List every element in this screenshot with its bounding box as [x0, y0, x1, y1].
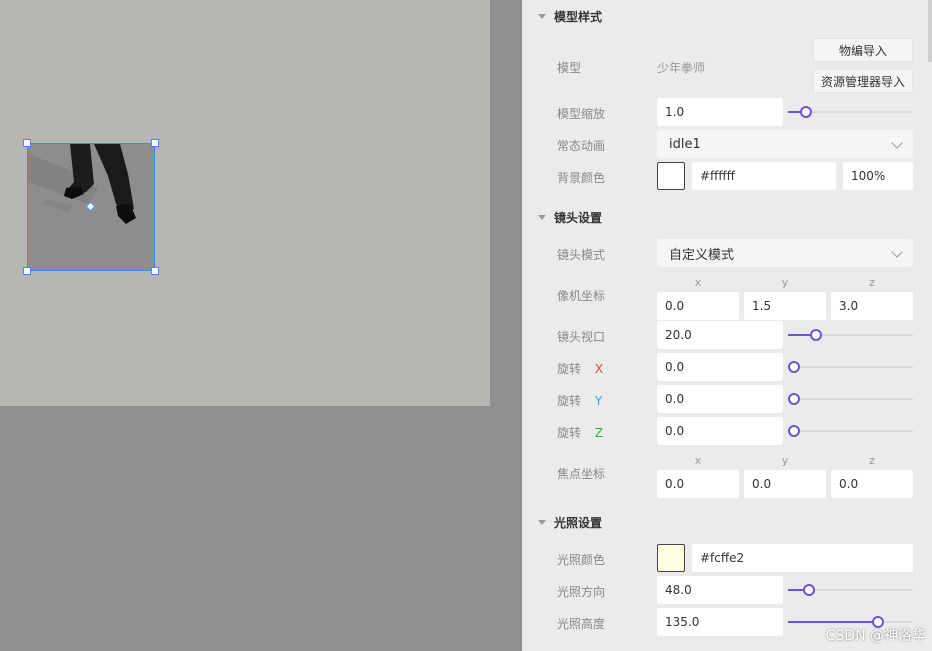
rotate-z-input[interactable]: 0.0 — [657, 417, 783, 445]
chevron-down-icon — [891, 137, 903, 149]
collapse-triangle-icon — [538, 520, 546, 525]
slider-knob[interactable] — [809, 329, 822, 341]
collapse-triangle-icon — [538, 215, 546, 220]
rotate-y-slider[interactable] — [788, 392, 913, 406]
animation-select[interactable]: idle1 — [657, 130, 913, 158]
properties-panel: 模型样式 模型 少年拳师 物编导入 资源管理器导入 模型缩放 1.0 常态动画 … — [522, 0, 932, 651]
axis-label-y: y — [781, 276, 789, 289]
camera-mode-label: 镜头模式 — [557, 248, 606, 262]
slider-knob[interactable] — [788, 361, 800, 373]
light-height-label: 光照高度 — [557, 617, 606, 631]
rotate-text: 旋转 — [557, 426, 582, 440]
axis-label-x: x — [694, 276, 702, 289]
section-title: 镜头设置 — [554, 211, 603, 225]
canvas-area[interactable] — [0, 0, 522, 651]
focus-axis-label-z: z — [869, 454, 875, 467]
model-label: 模型 — [557, 61, 582, 75]
light-direction-slider[interactable] — [788, 583, 913, 597]
light-color-input[interactable]: #fcffe2 — [692, 544, 913, 572]
animation-value: idle1 — [669, 136, 701, 152]
scale-input[interactable]: 1.0 — [657, 98, 783, 126]
section-lighting[interactable]: 光照设置 — [538, 514, 602, 531]
rotate-axis-x: X — [594, 362, 604, 376]
resize-handle-bottom-left[interactable] — [23, 267, 31, 275]
resize-handle-top-right[interactable] — [151, 139, 159, 147]
bg-opacity-input[interactable]: 100% — [843, 162, 913, 190]
watermark-text: CSDN @神洛华 — [825, 628, 926, 644]
camera-position-y-input[interactable]: 1.5 — [744, 292, 826, 320]
light-color-swatch[interactable] — [657, 544, 685, 572]
axis-label-z: z — [869, 276, 875, 289]
focus-x-input[interactable]: 0.0 — [657, 470, 739, 498]
rotate-z-label: 旋转 Z — [557, 424, 603, 441]
import-object-button[interactable]: 物编导入 — [813, 38, 913, 62]
camera-position-x-input[interactable]: 0.0 — [657, 292, 739, 320]
resize-handle-top-left[interactable] — [23, 139, 31, 147]
import-resource-button[interactable]: 资源管理器导入 — [813, 69, 913, 93]
panel-scrollbar[interactable] — [928, 0, 932, 62]
rotate-z-slider[interactable] — [788, 424, 913, 438]
focus-axis-label-x: x — [694, 454, 702, 467]
slider-track — [788, 366, 913, 368]
rotate-x-input[interactable]: 0.0 — [657, 353, 783, 381]
collapse-triangle-icon — [538, 14, 546, 19]
slider-track — [788, 430, 913, 432]
chevron-down-icon — [891, 246, 903, 258]
camera-mode-select[interactable]: 自定义模式 — [657, 239, 913, 267]
slider-fill — [788, 621, 878, 623]
rotate-text: 旋转 — [557, 362, 582, 376]
section-model-style[interactable]: 模型样式 — [538, 8, 602, 25]
rotate-x-slider[interactable] — [788, 360, 913, 374]
bg-color-input[interactable]: #ffffff — [692, 162, 836, 190]
scale-slider[interactable] — [788, 105, 913, 119]
bg-color-label: 背景颜色 — [557, 171, 606, 185]
fov-label: 镜头视口 — [557, 330, 606, 344]
rotate-text: 旋转 — [557, 394, 582, 408]
focus-z-input[interactable]: 0.0 — [831, 470, 913, 498]
focus-axis-label-y: y — [781, 454, 789, 467]
camera-position-label: 像机坐标 — [557, 289, 606, 303]
slider-knob[interactable] — [803, 584, 816, 596]
rotate-y-label: 旋转 Y — [557, 392, 602, 409]
light-height-input[interactable]: 135.0 — [657, 608, 783, 636]
rotate-axis-z: Z — [594, 426, 604, 440]
camera-position-z-input[interactable]: 3.0 — [831, 292, 913, 320]
resize-handle-bottom-right[interactable] — [151, 267, 159, 275]
animation-label: 常态动画 — [557, 139, 606, 153]
focus-position-label: 焦点坐标 — [557, 467, 606, 481]
focus-y-input[interactable]: 0.0 — [744, 470, 826, 498]
light-color-label: 光照颜色 — [557, 553, 606, 567]
scale-label: 模型缩放 — [557, 107, 606, 121]
slider-knob[interactable] — [799, 106, 812, 118]
section-title: 模型样式 — [554, 10, 603, 24]
light-direction-label: 光照方向 — [557, 585, 606, 599]
bg-color-swatch[interactable] — [657, 162, 685, 190]
camera-mode-value: 自定义模式 — [669, 247, 735, 263]
rotate-axis-y: Y — [594, 394, 603, 408]
rotate-x-label: 旋转 X — [557, 360, 603, 377]
fov-input[interactable]: 20.0 — [657, 321, 783, 349]
fov-slider[interactable] — [788, 328, 913, 342]
slider-knob[interactable] — [788, 425, 800, 437]
light-direction-input[interactable]: 48.0 — [657, 576, 783, 604]
rotate-y-input[interactable]: 0.0 — [657, 385, 783, 413]
model-name: 少年拳师 — [657, 61, 706, 75]
section-title: 光照设置 — [554, 516, 603, 530]
slider-track — [788, 398, 913, 400]
slider-knob[interactable] — [788, 393, 800, 405]
section-camera[interactable]: 镜头设置 — [538, 209, 602, 226]
